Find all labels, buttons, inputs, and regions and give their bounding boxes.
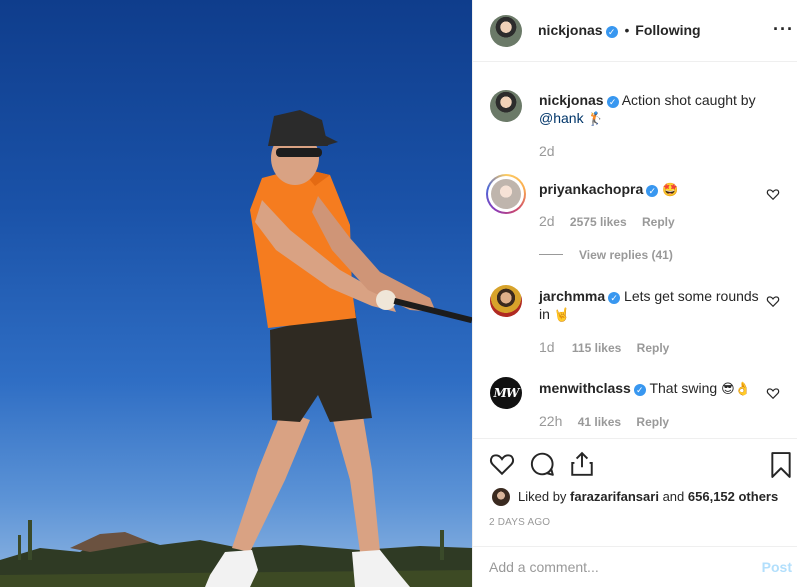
caption-text: nickjonas ✓ Action shot caught by @hank 🏌 [539, 91, 774, 129]
comment-reply-button[interactable]: Reply [636, 415, 669, 429]
liked-by-prefix: Liked by [518, 489, 567, 504]
post-date[interactable]: 2 DAYS AGO [489, 517, 550, 528]
comment-likes[interactable]: 115 likes [572, 341, 621, 355]
verified-badge-icon: ✓ [606, 96, 619, 108]
mention-link[interactable]: @hank [539, 110, 584, 126]
comment-like-heart-icon[interactable] [766, 294, 780, 308]
replies-divider [539, 254, 563, 255]
comment-username[interactable]: jarchmma [539, 288, 605, 304]
comment-like-heart-icon[interactable] [766, 386, 780, 400]
view-replies-button[interactable]: View replies (41) [579, 248, 673, 262]
caption-username[interactable]: nickjonas [539, 92, 604, 108]
comment-body: That swing [649, 380, 718, 396]
post-photo[interactable] [0, 0, 472, 587]
caption-body: Action shot caught by [621, 92, 756, 108]
comment-avatar[interactable] [491, 179, 521, 209]
comment-text: jarchmma ✓ Lets get some rounds in 🤘 [539, 287, 759, 325]
add-comment-bar: Post [473, 546, 797, 587]
author-username[interactable]: nickjonas [538, 22, 603, 38]
comment-like-heart-icon[interactable] [766, 187, 780, 201]
liked-by-and: and [662, 489, 685, 504]
comment-time: 2d [539, 213, 555, 229]
post-header: nickjonas ✓ • Following ··· [473, 0, 797, 62]
comment-time: 22h [539, 413, 563, 429]
verified-badge-icon: ✓ [605, 26, 618, 38]
comment-username[interactable]: menwithclass [539, 380, 631, 396]
liked-by-user[interactable]: farazarifansari [570, 489, 659, 504]
comment-meta: 1d 115 likes Reply [539, 339, 669, 355]
comment-avatar[interactable] [490, 285, 522, 317]
comment-bubble-icon[interactable] [529, 451, 555, 477]
add-comment-input[interactable] [489, 557, 739, 577]
verified-badge-icon: ✓ [608, 292, 621, 304]
caption-time: 2d [539, 143, 555, 159]
share-upload-icon[interactable] [569, 451, 595, 477]
author-avatar[interactable] [490, 15, 522, 47]
instagram-post-dialog: nickjonas ✓ • Following ··· nickjonas ✓ Ac… [0, 0, 797, 587]
verified-badge-icon: ✓ [646, 185, 659, 197]
post-details-panel: nickjonas ✓ • Following ··· nickjonas ✓ Ac… [472, 0, 797, 587]
comment-likes[interactable]: 41 likes [578, 415, 621, 429]
follow-status-button[interactable]: Following [635, 22, 700, 38]
caption-emoji: 🏌 [587, 112, 604, 127]
comment-reply-button[interactable]: Reply [637, 341, 670, 355]
post-actions: Liked by farazarifansari and 656,152 oth… [473, 438, 797, 548]
header-separator: • [624, 22, 630, 38]
more-horizontal-icon[interactable]: ··· [773, 20, 794, 38]
liker-avatar[interactable] [492, 488, 510, 506]
comment-text: menwithclass ✓ That swing 😎👌 [539, 379, 751, 399]
golfer-photo [0, 110, 472, 587]
caption-avatar[interactable] [490, 90, 522, 122]
post-comment-button[interactable]: Post [762, 559, 792, 575]
avatar-logo-text: MW [493, 386, 520, 400]
verified-badge-icon: ✓ [633, 384, 646, 396]
comment-username[interactable]: priyankachopra [539, 181, 643, 197]
comment-emoji: 🤩 [662, 183, 679, 198]
comment-text: priyankachopra ✓ 🤩 [539, 180, 678, 200]
comment-avatar[interactable]: MW [490, 377, 522, 409]
comment-time: 1d [539, 339, 555, 355]
comment-emoji: 😎👌 [721, 382, 751, 397]
like-heart-icon[interactable] [489, 451, 515, 477]
liked-by-line: Liked by farazarifansari and 656,152 oth… [518, 489, 778, 504]
liked-by-others[interactable]: 656,152 others [688, 489, 778, 504]
comment-emoji: 🤘 [553, 308, 570, 323]
comment-reply-button[interactable]: Reply [642, 215, 675, 229]
author-line: nickjonas ✓ • Following [538, 22, 701, 38]
comment-meta: 2d 2575 likes Reply [539, 213, 675, 229]
comment-likes[interactable]: 2575 likes [570, 215, 627, 229]
bookmark-save-icon[interactable] [770, 452, 792, 478]
comment-meta: 22h 41 likes Reply [539, 413, 669, 429]
